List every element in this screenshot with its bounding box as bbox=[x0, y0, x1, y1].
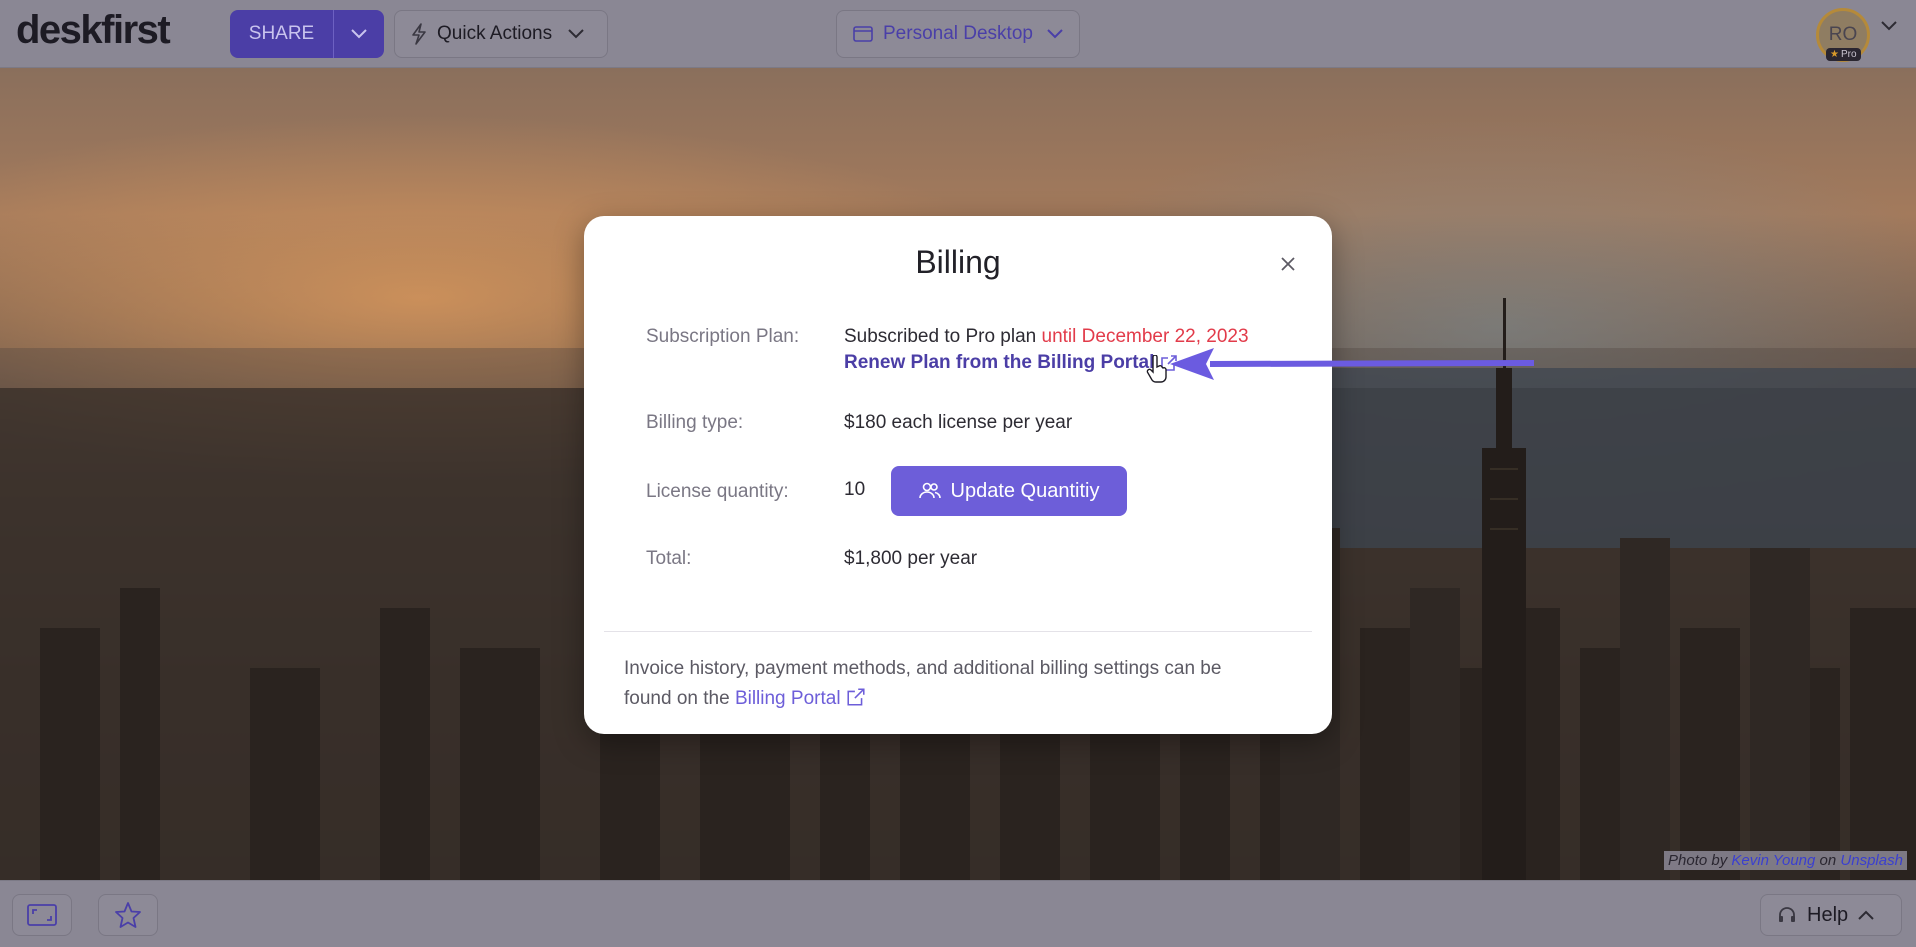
renew-plan-link[interactable]: Renew Plan from the Billing Portal bbox=[844, 352, 1178, 374]
fullscreen-button[interactable] bbox=[12, 894, 72, 936]
star-icon bbox=[115, 902, 141, 928]
bottom-toolbar: Help bbox=[0, 880, 1916, 947]
share-button-group: SHARE bbox=[230, 10, 384, 58]
renew-plan-label: Renew Plan from the Billing Portal bbox=[844, 352, 1155, 373]
chevron-down-icon bbox=[1047, 29, 1063, 39]
logo-text: deskfirst bbox=[16, 8, 171, 52]
share-label: SHARE bbox=[248, 23, 315, 44]
license-quantity-value: 10 bbox=[844, 479, 866, 500]
desktop-label: Personal Desktop bbox=[883, 23, 1033, 44]
credit-prefix: Photo by bbox=[1668, 852, 1728, 869]
update-quantity-button[interactable]: Update Quantitiy bbox=[891, 466, 1127, 516]
annotation-arrow bbox=[1170, 348, 1535, 380]
desktop-selector[interactable]: Personal Desktop bbox=[836, 10, 1080, 58]
desktop-icon bbox=[853, 26, 873, 42]
chevron-up-icon bbox=[1858, 910, 1874, 920]
credit-source-link[interactable]: Unsplash bbox=[1840, 852, 1903, 869]
close-icon[interactable] bbox=[1278, 254, 1298, 274]
pro-badge-label: Pro bbox=[1840, 49, 1857, 60]
license-quantity-label: License quantity: bbox=[646, 481, 789, 502]
pro-badge: ★ Pro bbox=[1826, 48, 1861, 61]
subscription-status: Subscribed to Pro plan bbox=[844, 326, 1037, 347]
billing-footer-note: Invoice history, payment methods, and ad… bbox=[624, 654, 1264, 714]
chevron-down-icon[interactable] bbox=[1880, 20, 1898, 32]
help-button[interactable]: Help bbox=[1760, 894, 1902, 936]
billing-portal-link[interactable]: Billing Portal bbox=[735, 688, 866, 709]
external-link-icon bbox=[847, 688, 865, 706]
avatar-initials: RO bbox=[1828, 24, 1858, 45]
hand-cursor-icon bbox=[1146, 355, 1167, 383]
share-button[interactable]: SHARE bbox=[230, 10, 334, 58]
billing-type-label: Billing type: bbox=[646, 412, 744, 433]
quick-actions-button[interactable]: Quick Actions bbox=[394, 10, 608, 58]
favorites-button[interactable] bbox=[98, 894, 158, 936]
billing-portal-label: Billing Portal bbox=[734, 688, 841, 709]
credit-author-link[interactable]: Kevin Young bbox=[1731, 852, 1815, 869]
chevron-down-icon bbox=[351, 29, 367, 39]
lightning-icon bbox=[412, 23, 426, 45]
total-value: $1,800 per year bbox=[844, 548, 978, 569]
update-quantity-label: Update Quantitiy bbox=[950, 479, 1100, 502]
top-navigation-bar: deskfirst SHARE Quick Actions Personal D… bbox=[0, 0, 1916, 68]
footer-note-text: Invoice history, payment methods, and ad… bbox=[624, 658, 1222, 709]
billing-modal: Billing Subscription Plan: Subscribed to… bbox=[584, 216, 1332, 734]
fullscreen-icon bbox=[27, 904, 57, 926]
quick-actions-label: Quick Actions bbox=[437, 23, 553, 44]
photo-credit: Photo by Kevin Young on Unsplash bbox=[1664, 851, 1907, 870]
subscription-plan-label: Subscription Plan: bbox=[646, 326, 800, 347]
share-dropdown-toggle[interactable] bbox=[334, 10, 384, 58]
credit-middle: on bbox=[1819, 852, 1837, 869]
modal-title: Billing bbox=[915, 244, 1001, 280]
chevron-down-icon bbox=[568, 29, 584, 39]
star-icon: ★ bbox=[1830, 49, 1839, 60]
total-label: Total: bbox=[646, 548, 692, 569]
app-logo[interactable]: deskfirst bbox=[16, 8, 171, 53]
help-label: Help bbox=[1807, 903, 1849, 926]
headset-icon bbox=[1779, 907, 1795, 922]
modal-divider bbox=[604, 631, 1312, 632]
billing-type-value: $180 each license per year bbox=[844, 412, 1073, 433]
users-icon bbox=[918, 482, 941, 499]
